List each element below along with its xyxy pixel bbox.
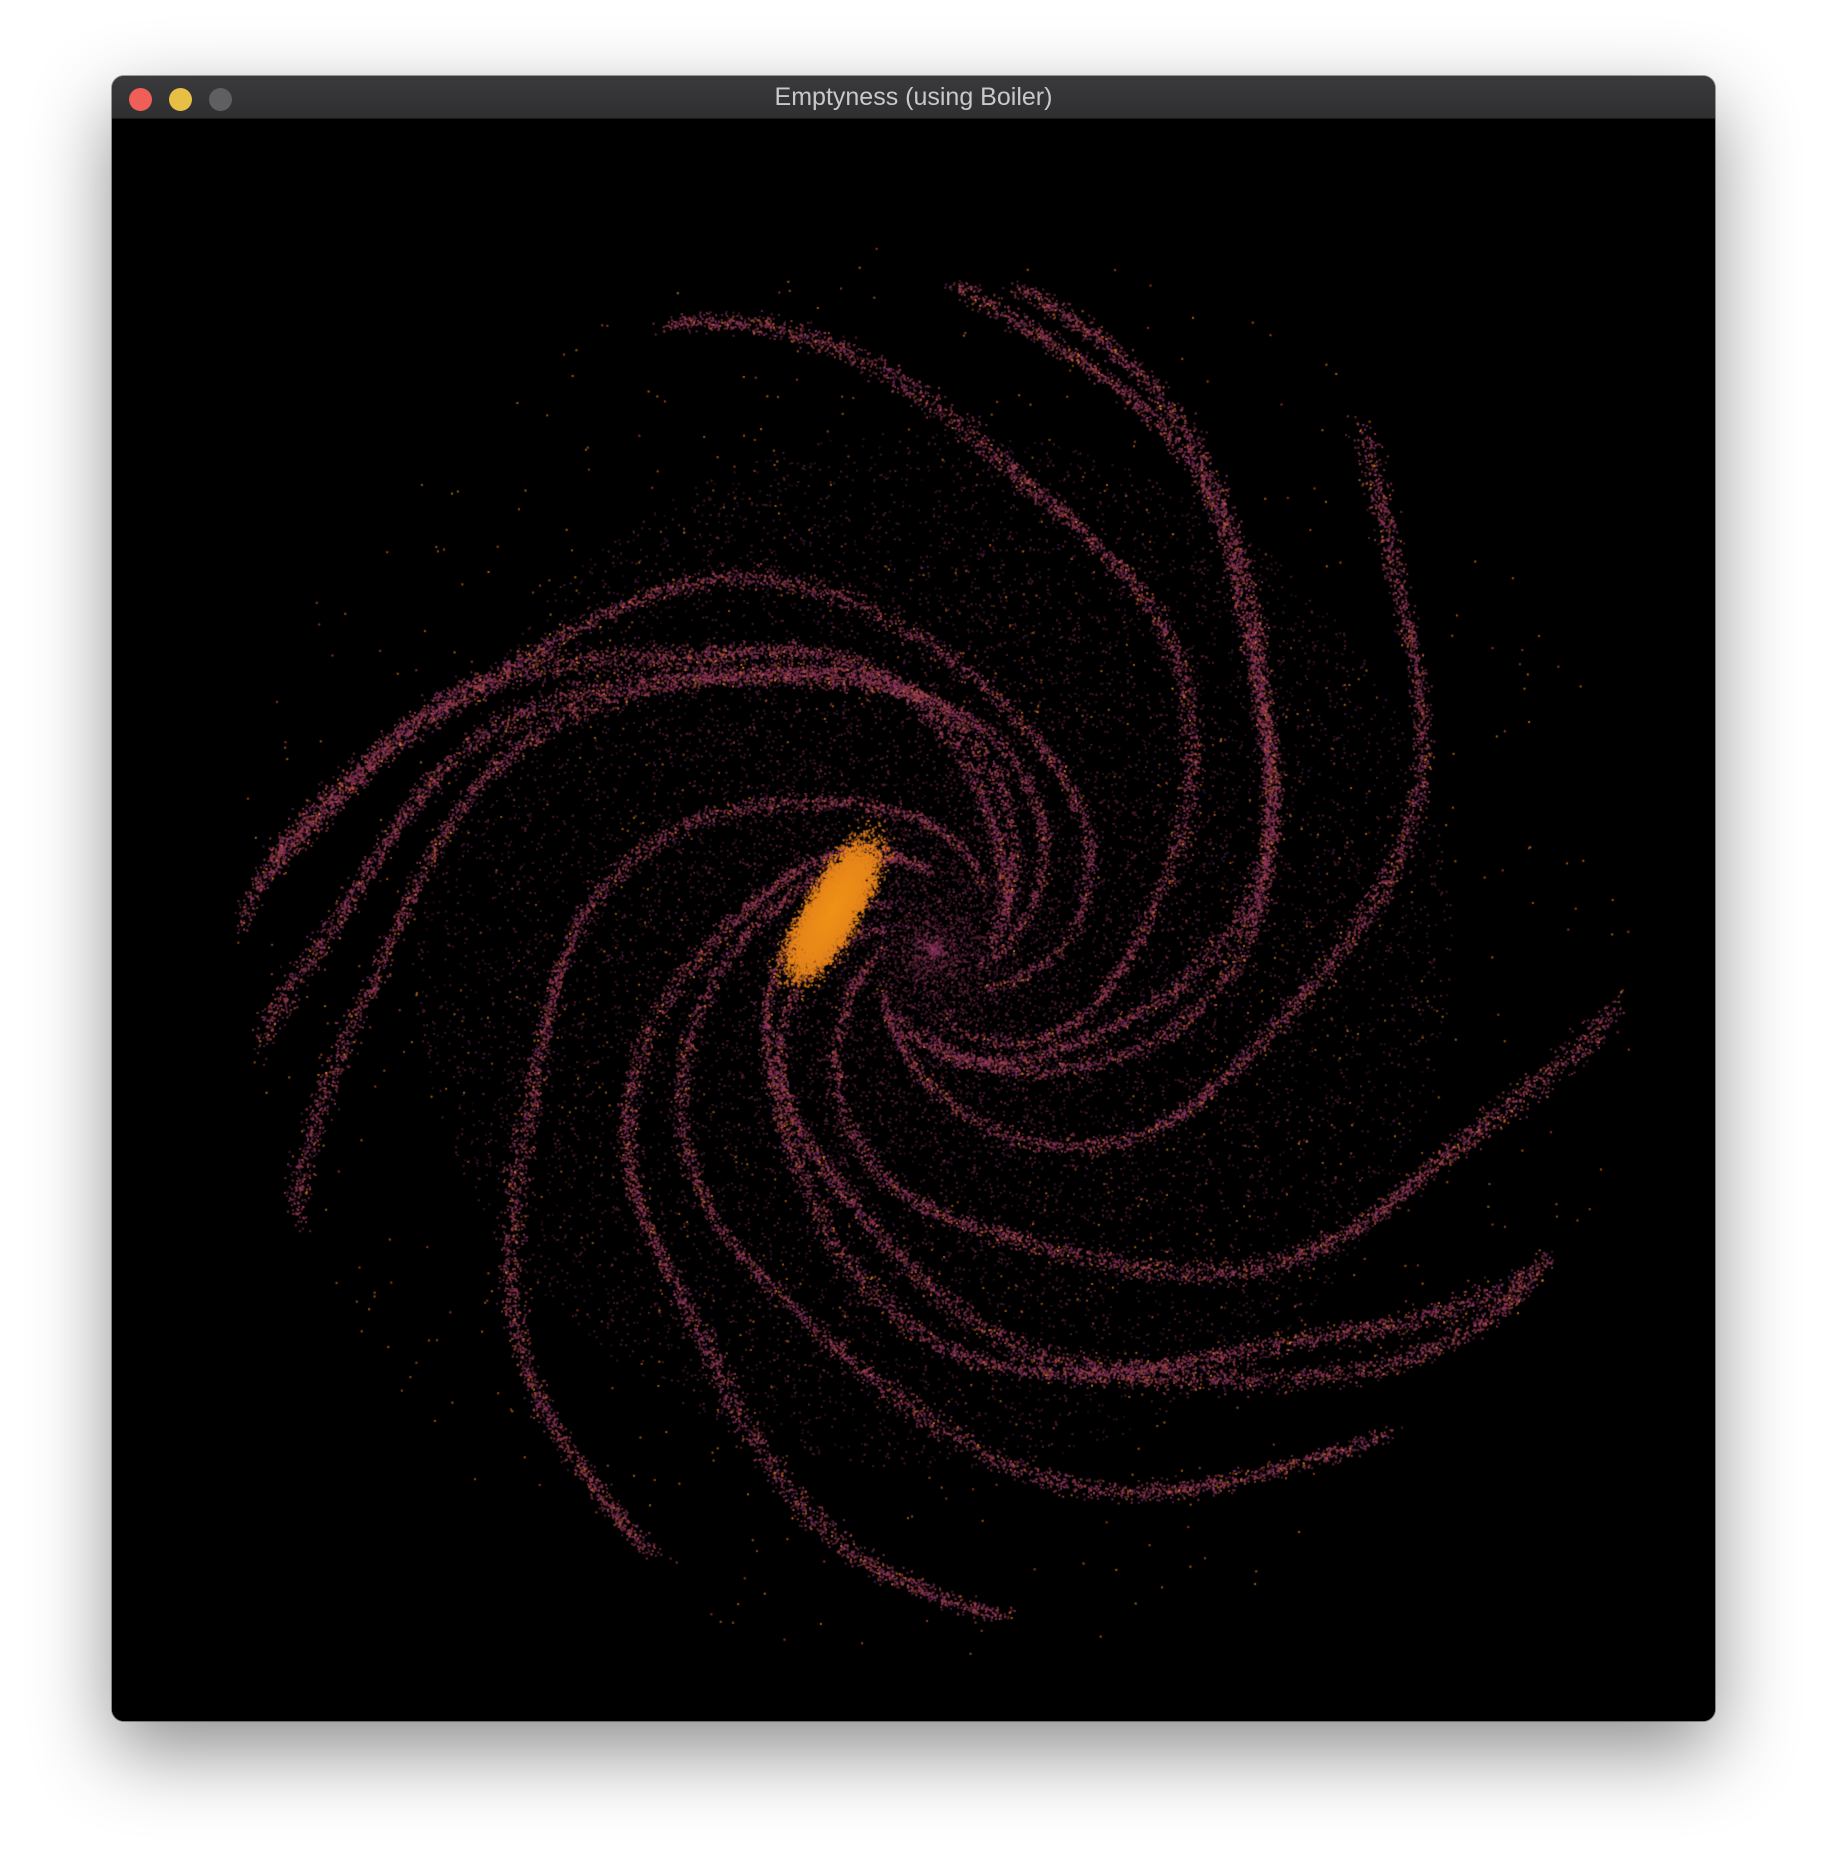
window-title: Emptyness (using Boiler): [774, 83, 1053, 111]
title-bar[interactable]: Emptyness (using Boiler): [112, 76, 1715, 119]
app-window: Emptyness (using Boiler): [112, 76, 1715, 1721]
desktop: Emptyness (using Boiler): [0, 0, 1824, 1868]
render-viewport[interactable]: [112, 119, 1715, 1721]
particle-swirl-canvas[interactable]: [112, 119, 1715, 1721]
